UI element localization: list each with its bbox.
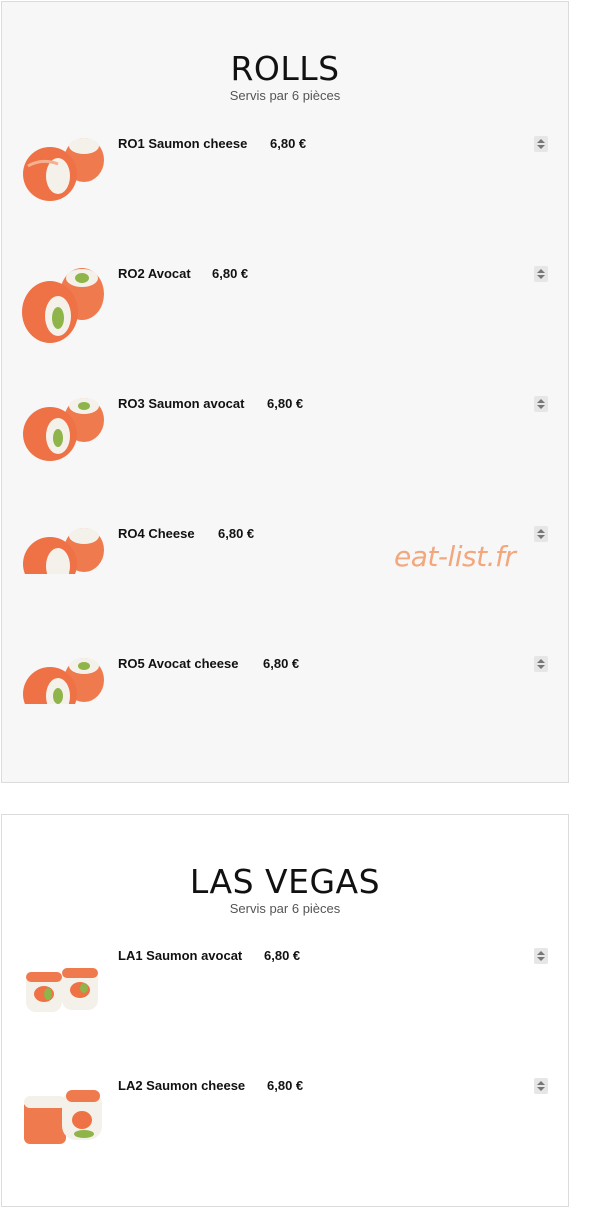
sushi-roll-thumbnail xyxy=(23,658,104,704)
menu-section-rolls: ROLLS Servis par 6 pièces RO1 Saumon che… xyxy=(1,1,569,783)
menu-item: RO2 Avocat 6,80 € xyxy=(2,266,568,356)
chevron-down-icon[interactable] xyxy=(537,1087,545,1091)
chevron-up-icon[interactable] xyxy=(537,139,545,143)
item-name: RO4 Cheese xyxy=(118,526,195,541)
chevron-down-icon[interactable] xyxy=(537,145,545,149)
sushi-roll-thumbnail xyxy=(23,528,104,574)
quantity-stepper[interactable] xyxy=(534,1078,548,1094)
menu-item: RO1 Saumon cheese 6,80 € xyxy=(2,136,568,226)
chevron-down-icon[interactable] xyxy=(537,275,545,279)
quantity-stepper[interactable] xyxy=(534,396,548,412)
menu-item: RO3 Saumon avocat 6,80 € xyxy=(2,396,568,486)
chevron-down-icon[interactable] xyxy=(537,957,545,961)
sushi-roll-thumbnail xyxy=(24,1090,102,1144)
section-subtitle: Servis par 6 pièces xyxy=(229,901,341,916)
watermark-text: eat-list.fr xyxy=(394,540,516,573)
section-title: ROLLS xyxy=(230,49,340,88)
item-name: LA1 Saumon avocat xyxy=(118,948,243,963)
chevron-down-icon[interactable] xyxy=(537,405,545,409)
chevron-up-icon[interactable] xyxy=(537,529,545,533)
section-subtitle: Servis par 6 pièces xyxy=(229,88,341,103)
item-name: RO2 Avocat xyxy=(118,266,191,281)
menu-item: RO5 Avocat cheese 6,80 € xyxy=(2,656,568,746)
item-price: 6,80 € xyxy=(267,396,304,411)
chevron-up-icon[interactable] xyxy=(537,1081,545,1085)
chevron-up-icon[interactable] xyxy=(537,951,545,955)
item-name: RO1 Saumon cheese xyxy=(118,136,248,151)
sushi-roll-thumbnail xyxy=(23,138,104,201)
quantity-stepper[interactable] xyxy=(534,948,548,964)
item-price: 6,80 € xyxy=(212,266,249,281)
quantity-stepper[interactable] xyxy=(534,526,548,542)
item-name: RO5 Avocat cheese xyxy=(118,656,239,671)
chevron-up-icon[interactable] xyxy=(537,659,545,663)
item-price: 6,80 € xyxy=(270,136,307,151)
chevron-up-icon[interactable] xyxy=(537,399,545,403)
section-title: LAS VEGAS xyxy=(189,862,381,901)
menu-item: LA2 Saumon cheese 6,80 € xyxy=(2,1078,568,1168)
item-price: 6,80 € xyxy=(263,656,300,671)
sushi-roll-thumbnail xyxy=(26,968,98,1012)
quantity-stepper[interactable] xyxy=(534,656,548,672)
item-price: 6,80 € xyxy=(267,1078,304,1093)
chevron-down-icon[interactable] xyxy=(537,535,545,539)
item-price: 6,80 € xyxy=(218,526,255,541)
chevron-down-icon[interactable] xyxy=(537,665,545,669)
menu-item: LA1 Saumon avocat 6,80 € xyxy=(2,948,568,1038)
item-name: LA2 Saumon cheese xyxy=(118,1078,246,1093)
quantity-stepper[interactable] xyxy=(534,136,548,152)
item-name: RO3 Saumon avocat xyxy=(118,396,245,411)
quantity-stepper[interactable] xyxy=(534,266,548,282)
menu-section-las-vegas: LAS VEGAS Servis par 6 pièces LA1 Saumon… xyxy=(1,814,569,1207)
sushi-roll-thumbnail xyxy=(23,398,104,461)
chevron-up-icon[interactable] xyxy=(537,269,545,273)
sushi-roll-thumbnail xyxy=(22,268,104,343)
item-price: 6,80 € xyxy=(264,948,301,963)
